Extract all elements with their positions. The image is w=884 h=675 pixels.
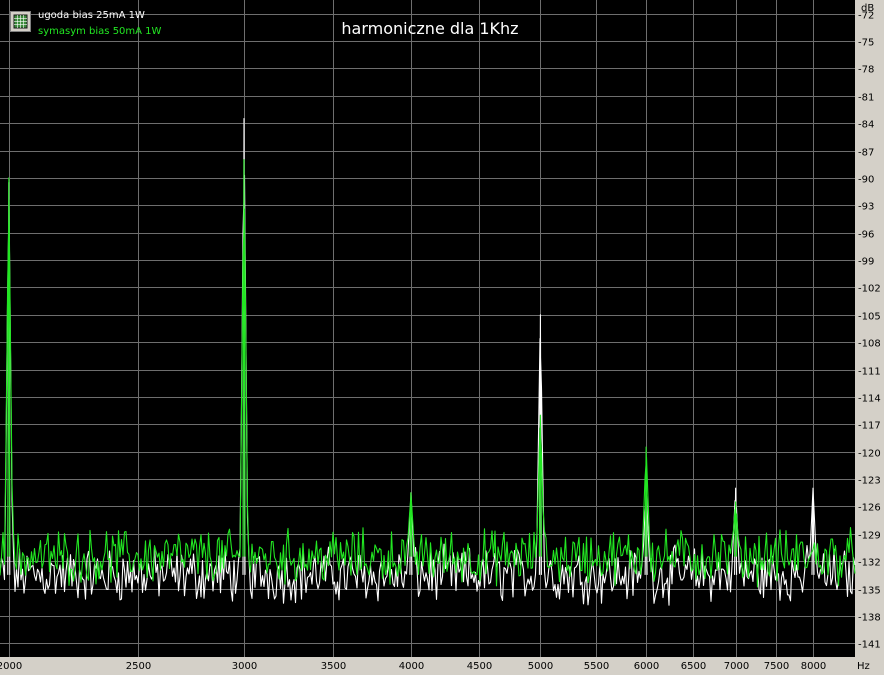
y-tick-label: -123 (858, 476, 881, 487)
x-tick-label: 5500 (584, 661, 609, 672)
legend-entry: symasym bias 50mA 1W (38, 26, 162, 37)
y-tick-label: -141 (858, 640, 881, 651)
x-tick-label: 7500 (764, 661, 789, 672)
y-tick-label: -102 (858, 284, 881, 295)
x-tick-label: 7000 (724, 661, 749, 672)
y-unit-label: dB (861, 3, 874, 14)
y-tick-label: -96 (858, 230, 874, 241)
x-tick-label: 3000 (232, 661, 257, 672)
y-tick-label: -114 (858, 394, 881, 405)
chart-window: harmoniczne dla 1Khz ugoda bias 25mA 1W s… (0, 0, 884, 675)
y-tick-label: -78 (858, 65, 874, 76)
y-tick-label: -135 (858, 586, 881, 597)
y-tick-label: -99 (858, 257, 874, 268)
x-tick-label: 3500 (321, 661, 346, 672)
x-tick-label: 5000 (528, 661, 553, 672)
y-tick-label: -126 (858, 503, 881, 514)
x-tick-label: 2500 (126, 661, 151, 672)
x-tick-label: 2000 (0, 661, 22, 672)
y-tick-label: -90 (858, 175, 874, 186)
y-tick-label: -117 (858, 421, 881, 432)
x-tick-label: 4000 (399, 661, 424, 672)
y-tick-label: -93 (858, 202, 874, 213)
y-tick-label: -108 (858, 339, 881, 350)
y-tick-label: -105 (858, 312, 881, 323)
y-tick-label: -81 (858, 93, 874, 104)
y-tick-label: -132 (858, 558, 881, 569)
x-unit-label: Hz (857, 661, 870, 672)
x-axis: 2000 2500 3000 3500 4000 4500 5000 5500 6000 6500… (0, 661, 826, 672)
y-tick-label: -84 (858, 120, 874, 131)
y-axis: -72-75-78-81-84-87-90-93-96-99-102-105-1… (858, 11, 881, 651)
y-tick-label: -111 (858, 367, 881, 378)
x-tick-label: 8000 (801, 661, 826, 672)
y-tick-label: -138 (858, 613, 881, 624)
y-tick-label: -129 (858, 531, 881, 542)
x-tick-label: 4500 (467, 661, 492, 672)
y-tick-label: -75 (858, 38, 874, 49)
chart-title: harmoniczne dla 1Khz (341, 19, 518, 38)
legend-grid-icon[interactable] (10, 11, 31, 32)
x-tick-label: 6000 (634, 661, 659, 672)
legend-entry: ugoda bias 25mA 1W (38, 10, 145, 21)
x-tick-label: 6500 (681, 661, 706, 672)
y-tick-label: -87 (858, 148, 874, 159)
spectrum-chart: harmoniczne dla 1Khz ugoda bias 25mA 1W s… (0, 0, 881, 672)
y-tick-label: -120 (858, 449, 881, 460)
